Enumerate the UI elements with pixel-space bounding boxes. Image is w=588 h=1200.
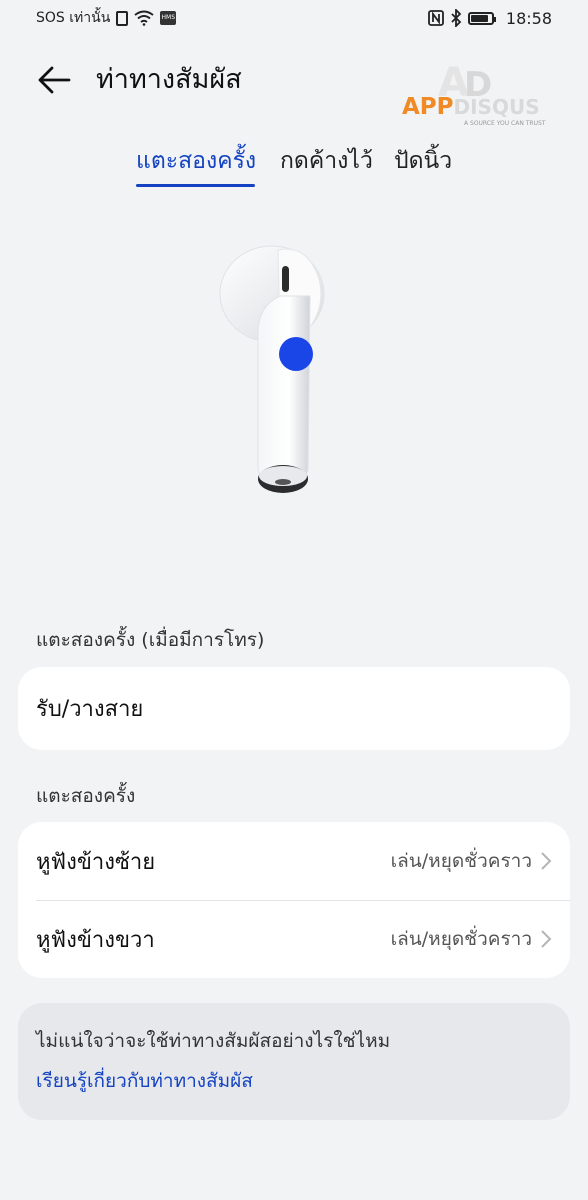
logo-tagline: A SOURCE YOU CAN TRUST xyxy=(464,120,546,127)
page-title: ท่าทางสัมผัส xyxy=(96,64,242,95)
left-earbud-row[interactable]: หูฟังข้างซ้าย เล่น/หยุดชั่วคราว xyxy=(18,822,570,900)
answer-end-call-row[interactable]: รับ/วางสาย xyxy=(18,667,570,750)
clock: 18:58 xyxy=(505,8,552,28)
back-button[interactable] xyxy=(36,62,72,98)
sim-icon xyxy=(116,10,129,26)
tab-swipe[interactable]: ปัดนิ้ว xyxy=(394,144,452,178)
status-left: SOS เท่านั้น HMS xyxy=(36,7,177,29)
help-card: ไม่แน่ใจว่าจะใช้ท่าทางสัมผัสอย่างไรใช่ไห… xyxy=(18,1003,570,1120)
help-question: ไม่แน่ใจว่าจะใช้ท่าทางสัมผัสอย่างไรใช่ไห… xyxy=(36,1030,391,1052)
status-bar: SOS เท่านั้น HMS 18:58 xyxy=(0,0,588,36)
chevron-right-icon xyxy=(541,930,552,948)
hms-icon: HMS xyxy=(160,11,177,25)
header: ท่าทางสัมผัส A D APPDISQUS A SOURCE YOU … xyxy=(0,52,588,127)
right-earbud-row[interactable]: หูฟังข้างขวา เล่น/หยุดชั่วคราว xyxy=(18,900,570,978)
active-tab-indicator xyxy=(136,184,255,187)
left-earbud-label: หูฟังข้างซ้าย xyxy=(36,849,156,875)
arrow-left-icon xyxy=(38,66,71,94)
bluetooth-icon xyxy=(451,9,462,27)
left-earbud-value: เล่น/หยุดชั่วคราว xyxy=(391,846,552,876)
right-earbud-value: เล่น/หยุดชั่วคราว xyxy=(391,924,552,954)
tab-press-hold[interactable]: กดค้างไว้ xyxy=(280,144,373,178)
appdisqus-logo: A D APPDISQUS A SOURCE YOU CAN TRUST xyxy=(402,56,552,127)
answer-end-call-label: รับ/วางสาย xyxy=(36,697,144,722)
wifi-icon xyxy=(134,10,154,26)
double-tap-section-label: แตะสองครั้ง xyxy=(36,785,136,807)
tab-double-tap[interactable]: แตะสองครั้ง xyxy=(136,144,256,178)
calls-card: รับ/วางสาย xyxy=(18,667,570,750)
tap-indicator xyxy=(279,337,313,371)
earbud-illustration xyxy=(214,236,334,506)
gesture-tabs: แตะสองครั้ง กดค้างไว้ ปัดนิ้ว xyxy=(0,144,588,192)
learn-gestures-link[interactable]: เรียนรู้เกี่ยวกับท่าทางสัมผัส xyxy=(36,1067,253,1095)
double-tap-card: หูฟังข้างซ้าย เล่น/หยุดชั่วคราว หูฟังข้า… xyxy=(18,822,570,978)
earbud-image xyxy=(219,245,325,493)
chevron-right-icon xyxy=(541,852,552,870)
right-earbud-label: หูฟังข้างขวา xyxy=(36,927,155,953)
nfc-icon xyxy=(427,10,444,26)
carrier-text: SOS เท่านั้น xyxy=(36,10,111,26)
logo-word: APPDISQUS xyxy=(402,94,540,120)
calls-section-label: แตะสองครั้ง (เมื่อมีการโทร) xyxy=(36,629,265,651)
battery-icon xyxy=(467,11,496,25)
status-right: 18:58 xyxy=(427,8,552,28)
